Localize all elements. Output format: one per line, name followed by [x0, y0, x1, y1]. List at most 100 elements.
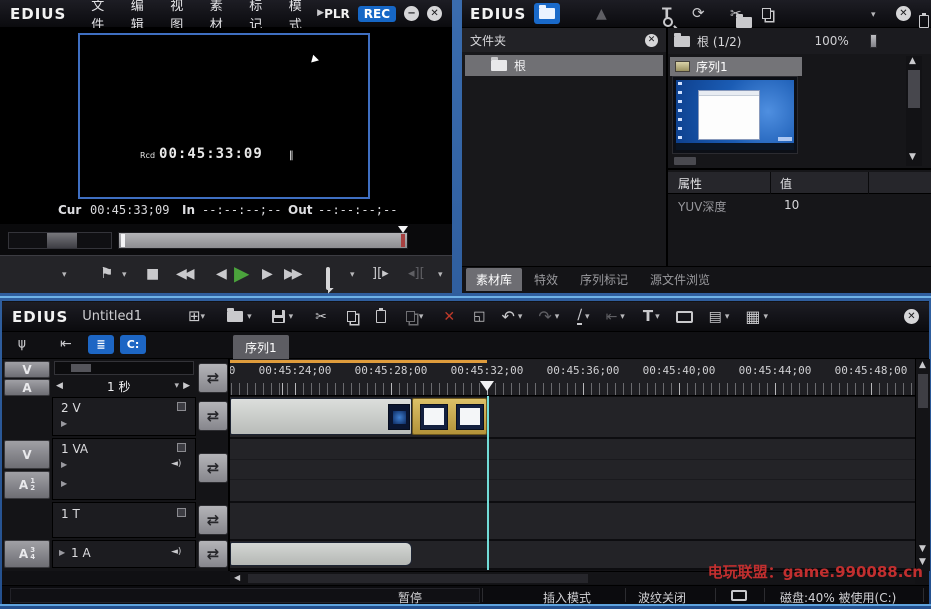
delete-icon[interactable]: ✕ — [443, 310, 455, 324]
undo-dropdown-icon[interactable]: ▾ — [518, 312, 523, 322]
position-slider[interactable] — [118, 232, 408, 249]
loop-dropdown-icon[interactable]: ▾ — [350, 271, 355, 280]
timeline-ruler[interactable]: 00:45:20;00 00:45:24;00 00:45:28;00 00:4… — [230, 359, 915, 396]
add-source-dropdown-icon[interactable]: ▾ — [201, 312, 206, 322]
folder-item-root[interactable]: 根 — [465, 55, 663, 76]
paste-special-dropdown-icon[interactable]: ▾ — [419, 312, 424, 322]
timescale-value[interactable]: 1 秒 — [107, 378, 130, 395]
track-1va-expand2-icon[interactable]: ▶ — [61, 480, 67, 488]
extend-mode-icon[interactable]: ⇤ — [60, 337, 72, 351]
close-button[interactable]: ✕ — [427, 6, 442, 21]
track-1t-lock-icon[interactable] — [177, 508, 186, 517]
zoom-slider-knob[interactable] — [870, 34, 877, 48]
plr-mode-button[interactable]: PLR — [324, 7, 350, 21]
bin-close-button[interactable]: ✕ — [896, 6, 911, 21]
shuttle-slider[interactable] — [8, 232, 112, 249]
vscroll-up-icon[interactable]: ▲ — [919, 361, 926, 370]
track-1va-expand-icon[interactable]: ▶ — [61, 461, 67, 469]
track-header-1va[interactable]: 1 VA ▶ ◄) ▶ — [52, 438, 196, 500]
track-2v-lock-icon[interactable] — [177, 402, 186, 411]
menu-overflow-icon[interactable]: ▶ — [317, 9, 324, 18]
track-1va-swap-button[interactable]: ⇄ — [198, 453, 228, 483]
ffwd-button[interactable]: ▶▶ — [284, 267, 300, 281]
open-project-dropdown-icon[interactable]: ▾ — [247, 312, 252, 322]
scale-right-icon[interactable]: ▶ — [183, 382, 190, 391]
timeline-close-button[interactable]: ✕ — [904, 309, 919, 324]
track-2v-swap-button[interactable]: ⇄ — [198, 401, 228, 431]
playhead-triangle[interactable] — [480, 381, 494, 396]
shuttle-thumb[interactable] — [47, 233, 77, 248]
clip-2v-gray[interactable] — [230, 398, 412, 435]
cut-icon[interactable]: ✂ — [730, 7, 742, 21]
marker-flag-icon[interactable]: ⚑ — [100, 266, 113, 281]
add-title-icon[interactable]: T — [662, 7, 672, 21]
scroll-thumb[interactable] — [908, 70, 920, 108]
prev-frame-button[interactable]: ◀ — [216, 267, 227, 281]
copy-icon[interactable] — [762, 8, 771, 19]
track-1va-speaker-icon[interactable]: ◄) — [171, 460, 181, 469]
scale-swap-button[interactable]: ⇄ — [198, 363, 228, 393]
bin-view-button[interactable] — [534, 3, 560, 24]
scale-dropdown-icon[interactable]: ▾ — [175, 381, 180, 391]
paste-special-icon[interactable] — [406, 311, 415, 322]
tab-sequence-marker[interactable]: 序列标记 — [570, 268, 638, 291]
patch-a12-1va[interactable]: A 12 — [4, 471, 50, 499]
timeline-lanes[interactable] — [230, 396, 915, 570]
video-preview[interactable]: Rcd 00:45:33:09 ‖ — [0, 28, 452, 222]
rewind-button[interactable]: ◀◀ — [176, 267, 192, 281]
tab-bin[interactable]: 素材库 — [466, 268, 522, 291]
rec-mode-button[interactable]: REC — [358, 6, 396, 22]
tab-source-browser[interactable]: 源文件浏览 — [640, 268, 720, 291]
scroll-up-icon[interactable]: ▲ — [909, 57, 916, 66]
lane-1va[interactable] — [230, 439, 915, 501]
scroll-down-icon[interactable]: ▼ — [909, 153, 916, 162]
undo-icon[interactable]: ↶ — [501, 309, 514, 325]
replace-icon[interactable]: ⟳ — [692, 6, 705, 21]
track-header-1a[interactable]: ▶ 1 A ◄) — [52, 540, 196, 568]
sequence-thumbnail[interactable] — [672, 76, 798, 154]
save-project-icon[interactable] — [272, 310, 285, 323]
tab-effects[interactable]: 特效 — [524, 268, 568, 291]
track-2v-expand-icon[interactable]: ▶ — [61, 420, 67, 428]
razor-dropdown-icon[interactable]: ▾ — [585, 312, 590, 322]
vscroll-down-icon[interactable]: ▼ — [919, 545, 926, 554]
playhead-line[interactable] — [487, 396, 489, 570]
loop-playback-icon[interactable] — [326, 267, 330, 290]
scale-left-icon[interactable]: ◀ — [56, 382, 63, 391]
open-project-icon[interactable] — [227, 311, 243, 322]
folder-tree-close-icon[interactable]: ✕ — [645, 34, 658, 47]
transport-dropdown-icon[interactable]: ▾ — [62, 271, 67, 280]
vscroll-thumb[interactable] — [918, 374, 928, 408]
grid-dropdown-icon[interactable]: ▾ — [763, 312, 768, 322]
patch-a-top[interactable]: A — [4, 379, 50, 396]
ripple-mode-button[interactable]: C: — [120, 335, 146, 354]
status-ripple[interactable]: 波纹关闭 — [638, 589, 686, 606]
hscroll-left-icon[interactable]: ◀ — [234, 574, 240, 582]
track-1a-swap-button[interactable]: ⇄ — [198, 540, 228, 568]
patch-a34-1a[interactable]: A 34 — [4, 540, 50, 568]
minimize-button[interactable]: − — [404, 6, 419, 21]
marker-dropdown-icon[interactable]: ▾ — [122, 271, 127, 280]
paste-icon[interactable] — [919, 15, 929, 28]
track-header-2v[interactable]: 2 V ▶ — [52, 397, 196, 436]
clipview-scrollbar[interactable]: ▲ ▼ — [906, 56, 922, 166]
position-thumb[interactable] — [121, 234, 125, 247]
insert-overwrite-button[interactable]: ≣ — [88, 335, 114, 354]
clip-1a-audio[interactable] — [230, 542, 412, 566]
timeline-paste-icon[interactable] — [376, 310, 386, 323]
timescale-selector[interactable]: ◀ 1 秒 ▾ ▶ — [54, 376, 194, 396]
property-row[interactable]: YUV深度 10 — [668, 196, 931, 216]
track-header-1t[interactable]: 1 T — [52, 502, 196, 538]
next-frame-button[interactable]: ▶ — [262, 267, 273, 281]
bin-more-icon[interactable]: ▾ — [871, 11, 876, 20]
stop-button[interactable]: ■ — [146, 267, 159, 281]
track-1a-expand-icon[interactable]: ▶ — [59, 549, 65, 557]
title-dropdown-icon[interactable]: ▾ — [655, 312, 660, 322]
status-insert-mode[interactable]: 插入模式 — [543, 589, 591, 606]
title-tool-icon[interactable]: T — [643, 309, 653, 324]
save-dropdown-icon[interactable]: ▾ — [289, 312, 294, 322]
hscroll-thumb[interactable] — [248, 574, 588, 583]
transport-more-icon[interactable]: ▾ — [438, 271, 443, 280]
goto-out-button[interactable]: ◂][ — [408, 267, 425, 280]
razor-icon[interactable]: ∕ — [577, 308, 582, 325]
